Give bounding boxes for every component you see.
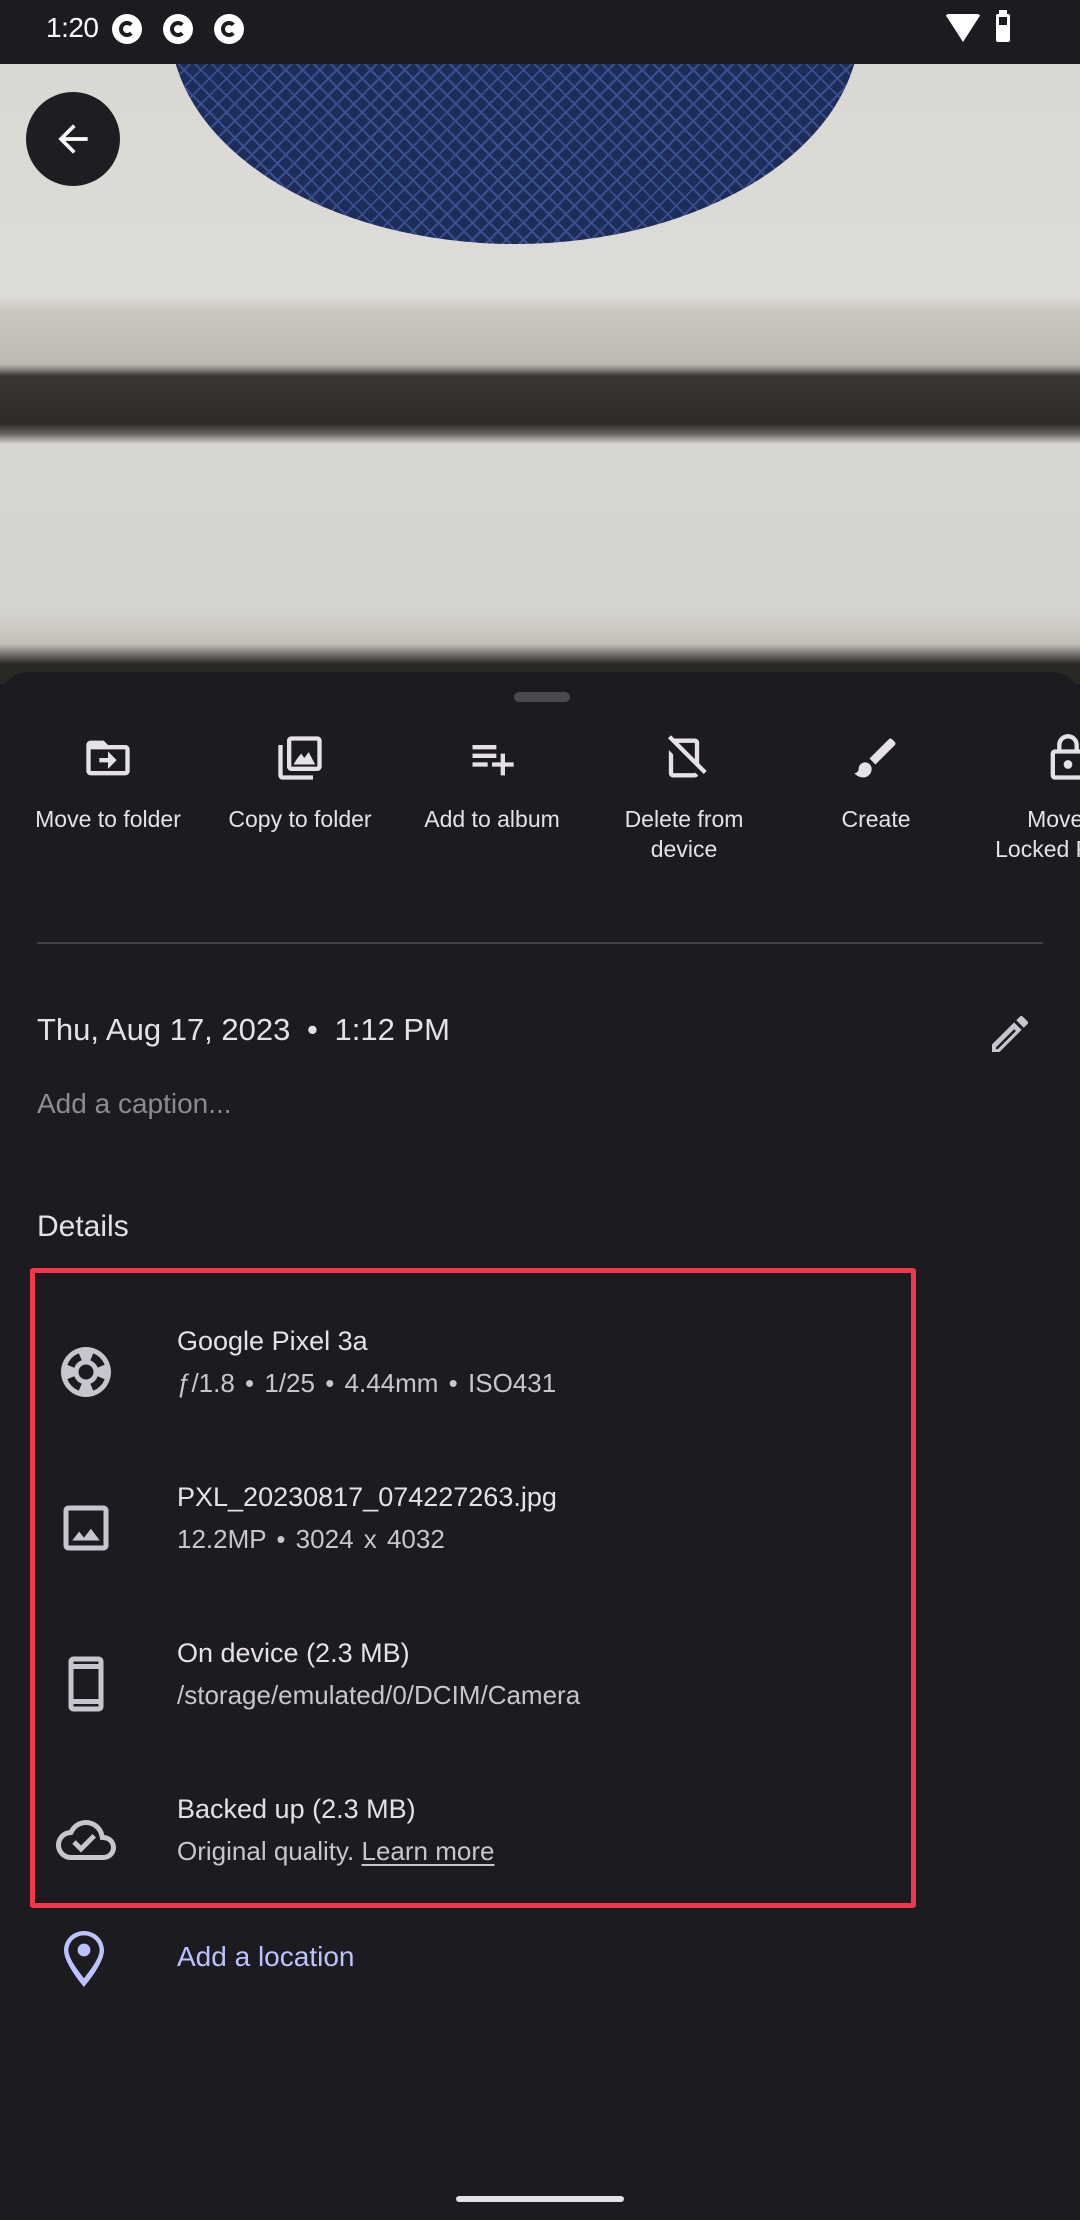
- photo-time: 1:12 PM: [334, 1012, 450, 1047]
- camera-aperture-icon: [61, 1347, 111, 1397]
- gesture-nav-handle[interactable]: [456, 2196, 624, 2202]
- backup-quality-text: Original quality.: [177, 1836, 355, 1866]
- brush-icon: [854, 738, 896, 778]
- move-to-locked-folder-button[interactable]: Move to Locked Folder: [973, 732, 1080, 864]
- actions-row: Move to folder Copy to folder Add to alb…: [0, 732, 1080, 882]
- camera-model: Google Pixel 3a: [177, 1326, 368, 1356]
- battery-icon: [996, 10, 1010, 42]
- details-heading: Details: [37, 1210, 129, 1243]
- file-resolution: 12.2MP • 3024 x 4032: [177, 1524, 445, 1554]
- divider: [37, 942, 1043, 944]
- location-pin-icon: [64, 1931, 104, 1987]
- device-storage-size: On device (2.3 MB): [177, 1638, 410, 1668]
- move-to-folder-icon: [86, 740, 130, 776]
- cloud-done-icon: [56, 1820, 116, 1860]
- wifi-icon: [945, 14, 981, 42]
- action-label: Move to folder: [35, 806, 181, 832]
- copy-to-folder-icon: [278, 736, 322, 780]
- device-storage-row: On device (2.3 MB) /storage/emulated/0/D…: [0, 1634, 1000, 1744]
- image-icon: [63, 1505, 109, 1551]
- photo-preview[interactable]: [0, 64, 1080, 684]
- copy-to-folder-button[interactable]: Copy to folder: [205, 732, 395, 834]
- delete-from-device-icon: [667, 735, 707, 778]
- status-time: 1:20: [46, 12, 99, 43]
- file-info-row: PXL_20230817_074227263.jpg 12.2MP • 3024…: [0, 1478, 1000, 1588]
- action-label: Move to Locked Folder: [995, 806, 1080, 862]
- phone-device-icon: [68, 1656, 104, 1712]
- caption-input[interactable]: [37, 1088, 737, 1120]
- file-name: PXL_20230817_074227263.jpg: [177, 1482, 557, 1512]
- backup-quality: Original quality. Learn more: [177, 1836, 494, 1867]
- add-location-label: Add a location: [177, 1941, 355, 1972]
- backup-row: Backed up (2.3 MB) Original quality. Lea…: [0, 1790, 1000, 1900]
- c-notification-icon: [214, 14, 244, 44]
- camera-info-row: Google Pixel 3a ƒ/1.8 • 1/25 • 4.44mm • …: [0, 1322, 1000, 1432]
- action-label: Delete from device: [624, 806, 744, 862]
- c-notification-icon: [112, 14, 142, 44]
- create-button[interactable]: Create: [781, 732, 971, 834]
- arrow-back-icon: [58, 124, 88, 154]
- photo-date: Thu, Aug 17, 2023: [37, 1012, 291, 1047]
- action-label: Copy to folder: [228, 806, 372, 832]
- move-to-folder-button[interactable]: Move to folder: [13, 732, 203, 834]
- add-to-album-button[interactable]: Add to album: [397, 732, 587, 834]
- photo-subject: [170, 64, 860, 244]
- edit-datetime-button[interactable]: [986, 1010, 1034, 1058]
- c-notification-icon: [163, 14, 193, 44]
- drag-handle[interactable]: [514, 692, 570, 702]
- back-button[interactable]: [26, 92, 120, 186]
- separator: •: [307, 1012, 318, 1047]
- add-location-button[interactable]: Add a location: [0, 1927, 1080, 2007]
- photo-datetime: Thu, Aug 17, 2023 • 1:12 PM: [37, 1012, 450, 1048]
- backup-status: Backed up (2.3 MB): [177, 1794, 416, 1824]
- info-bottom-sheet: Move to folder Copy to folder Add to alb…: [0, 672, 1080, 2220]
- learn-more-link[interactable]: Learn more: [362, 1836, 495, 1866]
- add-to-album-icon: [472, 745, 514, 776]
- lock-icon: [1050, 734, 1080, 780]
- delete-from-device-button[interactable]: Delete from device: [589, 732, 779, 864]
- action-label: Create: [841, 806, 911, 832]
- device-storage-path: /storage/emulated/0/DCIM/Camera: [177, 1680, 581, 1710]
- status-bar: 1:20: [0, 0, 1080, 64]
- camera-settings: ƒ/1.8 • 1/25 • 4.44mm • ISO431: [177, 1368, 557, 1398]
- edit-pencil-icon: [992, 1015, 1029, 1052]
- action-label: Add to album: [424, 806, 560, 832]
